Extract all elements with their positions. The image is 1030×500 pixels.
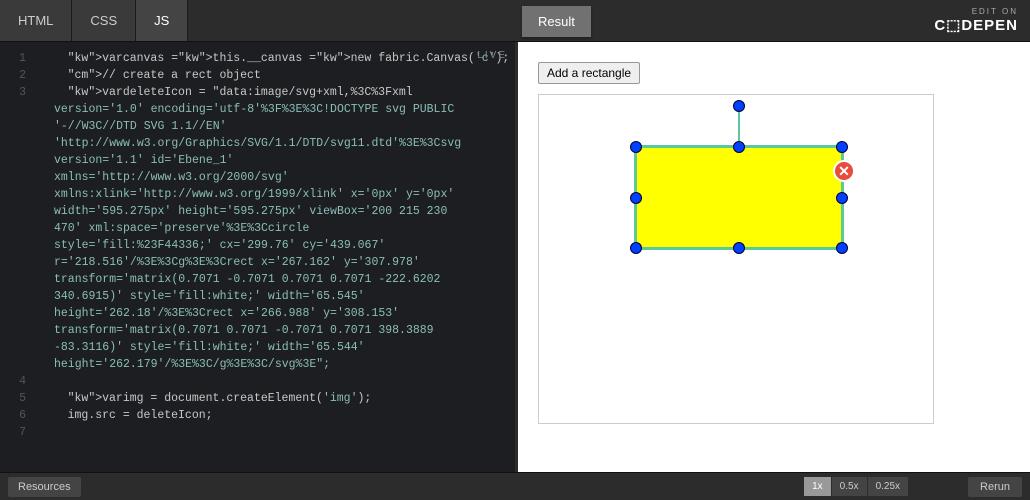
resize-handle-bm[interactable] xyxy=(733,242,745,254)
bottom-bar: Resources 1x 0.5x 0.25x Rerun xyxy=(0,472,1030,500)
code-content[interactable]: 1 "kw">var canvas = "kw">this.__canvas =… xyxy=(0,50,515,441)
resize-handle-tm[interactable] xyxy=(733,141,745,153)
editor-tabs: HTML CSS JS xyxy=(0,0,188,41)
zoom-025x[interactable]: 0.25x xyxy=(867,477,908,496)
codepen-logo: C⬚DEPEN xyxy=(934,16,1018,34)
rotation-line xyxy=(738,106,740,146)
rerun-button[interactable]: Rerun xyxy=(968,477,1022,497)
resize-handle-mr[interactable] xyxy=(836,192,848,204)
top-bar: HTML CSS JS EDIT ON C⬚DEPEN xyxy=(0,0,1030,42)
result-pane: Add a rectangle ✕ xyxy=(515,42,1030,472)
live-indicator: LIVE xyxy=(477,50,507,61)
zoom-05x[interactable]: 0.5x xyxy=(831,477,867,496)
resize-handle-bl[interactable] xyxy=(630,242,642,254)
fabric-rectangle[interactable]: ✕ xyxy=(634,145,844,250)
tab-css[interactable]: CSS xyxy=(72,0,136,41)
resize-handle-ml[interactable] xyxy=(630,192,642,204)
result-tab[interactable]: Result xyxy=(522,6,591,37)
resize-handle-tl[interactable] xyxy=(630,141,642,153)
resize-handle-tr[interactable] xyxy=(836,141,848,153)
tab-html[interactable]: HTML xyxy=(0,0,72,41)
resources-button[interactable]: Resources xyxy=(8,477,81,497)
add-rectangle-button[interactable]: Add a rectangle xyxy=(538,62,640,84)
delete-icon[interactable]: ✕ xyxy=(833,160,855,182)
rotation-handle[interactable] xyxy=(733,100,745,112)
zoom-controls: 1x 0.5x 0.25x xyxy=(803,477,908,496)
resize-handle-br[interactable] xyxy=(836,242,848,254)
tab-js[interactable]: JS xyxy=(136,0,188,41)
edit-on-label: EDIT ON xyxy=(972,7,1018,16)
zoom-1x[interactable]: 1x xyxy=(803,477,831,496)
code-editor[interactable]: LIVE 1 "kw">var canvas = "kw">this.__can… xyxy=(0,42,515,472)
canvas[interactable]: ✕ xyxy=(538,94,934,424)
edit-on-codepen[interactable]: EDIT ON C⬚DEPEN xyxy=(934,0,1030,41)
main-area: LIVE 1 "kw">var canvas = "kw">this.__can… xyxy=(0,42,1030,472)
